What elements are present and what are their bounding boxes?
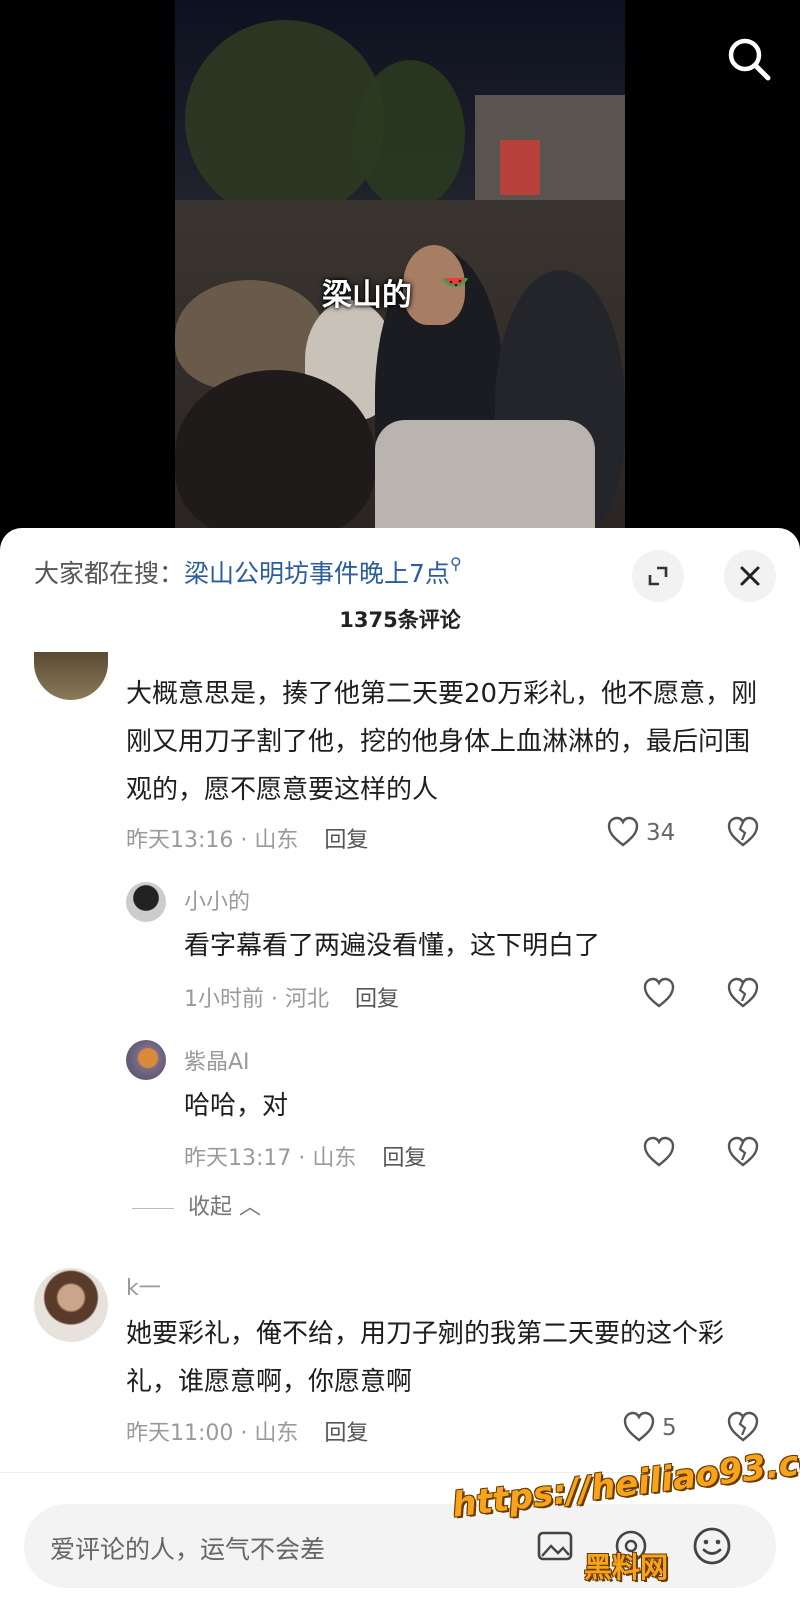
video-car: [375, 420, 595, 540]
like-count: 34: [646, 820, 676, 846]
broken-heart-icon[interactable]: [726, 1411, 760, 1443]
image-icon[interactable]: [536, 1528, 574, 1564]
collapse-replies-button[interactable]: 收起 ︿: [132, 1189, 261, 1221]
comment-sheet: 大家都在搜：梁山公明坊事件晚上7点⚲ 1375条评论 大概意思是，揍了他第二天要…: [0, 528, 800, 1613]
avatar[interactable]: [126, 1040, 166, 1080]
close-button[interactable]: [724, 550, 776, 602]
emoji-icon[interactable]: [692, 1526, 732, 1566]
comment-text: 哈哈，对: [184, 1091, 289, 1121]
comment-time: 昨天11:00: [126, 1421, 234, 1446]
video-caption: 梁山的: [322, 278, 412, 313]
like-count: 5: [662, 1415, 677, 1441]
search-icon[interactable]: [724, 34, 774, 84]
avatar[interactable]: [34, 652, 108, 700]
watermelon-icon: [442, 278, 468, 287]
comment-meta: 1小时前 · 河北 回复: [184, 987, 400, 1012]
comment-time: 昨天13:17: [184, 1146, 292, 1171]
username[interactable]: 小小的: [184, 884, 250, 916]
comment-meta: 昨天11:00 · 山东 回复: [126, 1421, 369, 1446]
video-tree: [355, 60, 465, 210]
username[interactable]: 紫晶AI: [184, 1044, 250, 1076]
close-icon: [740, 566, 760, 586]
comment-location: 河北: [284, 987, 329, 1012]
video-building-sign: [500, 140, 540, 195]
reply-button[interactable]: 回复: [324, 1421, 368, 1446]
reply-button[interactable]: 回复: [355, 987, 399, 1012]
broken-heart-icon[interactable]: [726, 977, 760, 1009]
comment-text: 她要彩礼，俺不给，用刀子剜的我第二天要的这个彩礼，谁愿意啊，你愿意啊: [126, 1319, 725, 1397]
expand-button[interactable]: [632, 550, 684, 602]
comment-count: 1375条评论: [339, 608, 461, 632]
divider-line: [132, 1207, 174, 1209]
small-search-icon: ⚲: [449, 554, 462, 573]
collapse-label: 收起: [188, 1195, 233, 1220]
trending-search-link[interactable]: 梁山公明坊事件晚上7点: [184, 559, 450, 588]
trending-search[interactable]: 大家都在搜：梁山公明坊事件晚上7点⚲: [34, 554, 462, 590]
chevron-up-icon: ︿: [232, 1195, 262, 1220]
trending-search-prefix: 大家都在搜：: [34, 559, 185, 588]
comment-time: 1小时前: [184, 987, 264, 1012]
comment-text: 看字幕看了两遍没看懂，这下明白了: [184, 931, 601, 961]
comment-location: 山东: [312, 1146, 357, 1171]
reply-button[interactable]: 回复: [382, 1146, 426, 1171]
video-player[interactable]: 梁山的: [0, 0, 800, 540]
comment-input-placeholder: 爱评论的人，运气不会差: [50, 1535, 326, 1564]
reply-button[interactable]: 回复: [324, 828, 368, 853]
broken-heart-icon[interactable]: [726, 1136, 760, 1168]
video-frame[interactable]: 梁山的: [175, 0, 625, 540]
avatar[interactable]: [126, 882, 166, 922]
comment-location: 山东: [254, 828, 299, 853]
comment-meta: 昨天13:16 · 山东 回复: [126, 828, 369, 853]
avatar[interactable]: [34, 1268, 108, 1342]
comment-time: 昨天13:16: [126, 828, 234, 853]
comment-text: 大概意思是，揍了他第二天要20万彩礼，他不愿意，刚刚又用刀子割了他，挖的他身体上…: [126, 679, 758, 805]
heart-icon[interactable]: [622, 1411, 656, 1443]
heart-icon[interactable]: [606, 816, 640, 848]
comment-location: 山东: [254, 1421, 299, 1446]
heart-icon[interactable]: [642, 977, 676, 1009]
expand-icon: [648, 566, 668, 586]
video-crowd: [175, 370, 375, 540]
username[interactable]: k一: [126, 1270, 161, 1302]
broken-heart-icon[interactable]: [726, 816, 760, 848]
comment-meta: 昨天13:17 · 山东 回复: [184, 1146, 427, 1171]
heart-icon[interactable]: [642, 1136, 676, 1168]
watermark-name: 黑料网: [584, 1551, 669, 1584]
